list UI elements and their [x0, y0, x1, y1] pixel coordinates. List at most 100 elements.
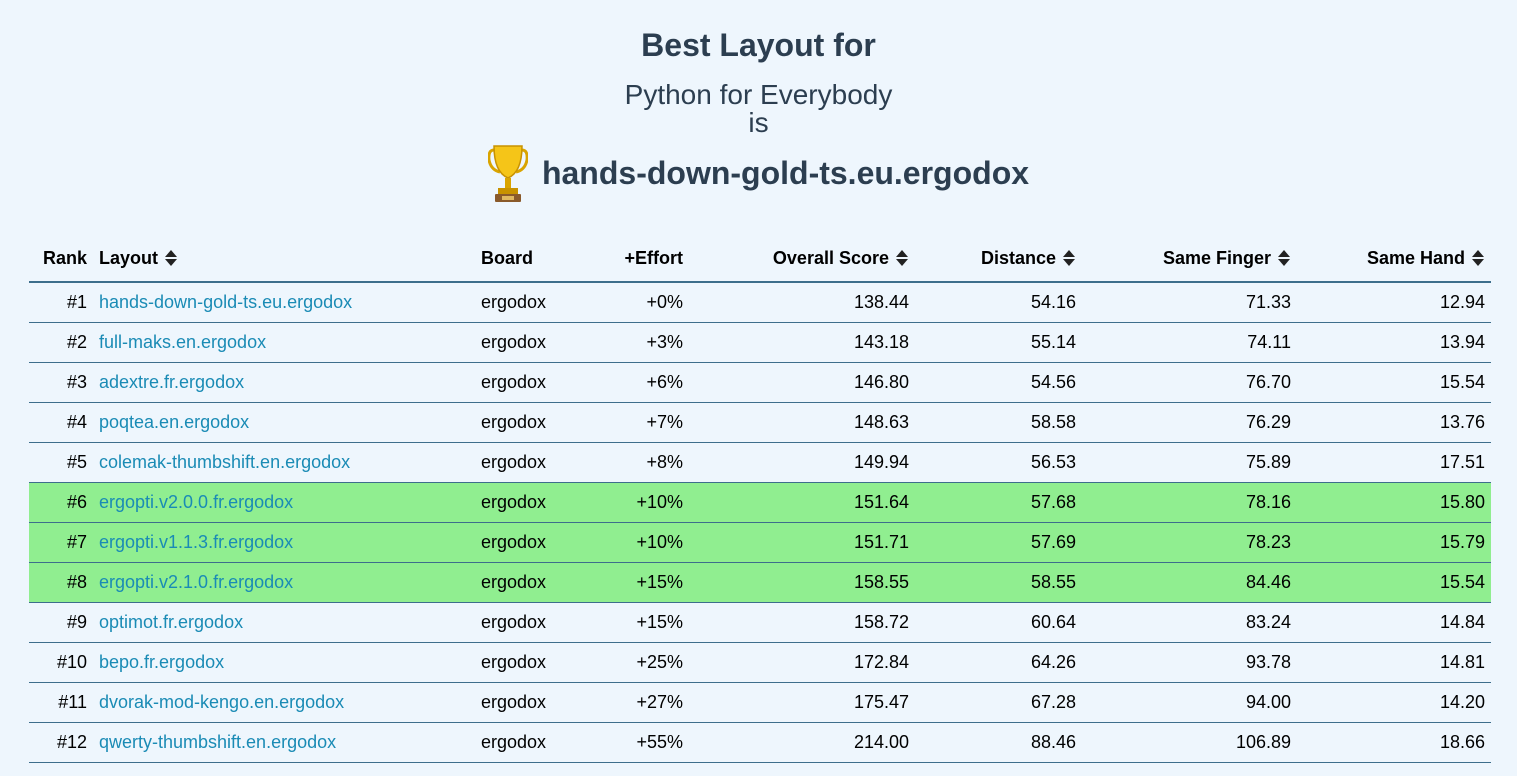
effort-cell: +27% [577, 682, 689, 723]
same-finger-cell: 71.33 [1082, 282, 1297, 323]
table-row: #11 dvorak-mod-kengo.en.ergodox ergodox … [29, 682, 1491, 723]
rank-cell: #1 [29, 282, 93, 323]
same-finger-cell: 93.78 [1082, 642, 1297, 683]
layout-link[interactable]: hands-down-gold-ts.eu.ergodox [99, 292, 352, 312]
layout-link[interactable]: poqtea.en.ergodox [99, 412, 249, 432]
same-hand-cell: 17.51 [1297, 442, 1491, 483]
column-header-distance[interactable]: Distance [915, 236, 1082, 283]
layout-link[interactable]: ergopti.v1.1.3.fr.ergodox [99, 532, 293, 552]
layout-cell: colemak-thumbshift.en.ergodox [93, 442, 475, 483]
overall-score-cell: 143.18 [689, 322, 915, 363]
same-hand-cell: 15.54 [1297, 562, 1491, 603]
table-row: #9 optimot.fr.ergodox ergodox +15% 158.7… [29, 602, 1491, 643]
same-finger-cell: 84.46 [1082, 562, 1297, 603]
rank-cell: #5 [29, 442, 93, 483]
sort-icon[interactable] [1062, 248, 1076, 268]
table-row: #7 ergopti.v1.1.3.fr.ergodox ergodox +10… [29, 522, 1491, 563]
overall-score-cell: 138.44 [689, 282, 915, 323]
same-finger-cell: 78.16 [1082, 482, 1297, 523]
winner-layout-name: hands-down-gold-ts.eu.ergodox [541, 154, 1030, 191]
board-cell: ergodox [475, 722, 577, 763]
column-header-rank: Rank [29, 236, 93, 283]
sort-icon[interactable] [164, 248, 178, 268]
rank-cell: #4 [29, 402, 93, 443]
same-hand-cell: 14.84 [1297, 602, 1491, 643]
same-hand-cell: 14.81 [1297, 642, 1491, 683]
layout-cell: dvorak-mod-kengo.en.ergodox [93, 682, 475, 723]
column-header-same-finger[interactable]: Same Finger [1082, 236, 1297, 283]
sort-icon[interactable] [895, 248, 909, 268]
layout-link[interactable]: ergopti.v2.0.0.fr.ergodox [99, 492, 293, 512]
table-row: #5 colemak-thumbshift.en.ergodox ergodox… [29, 442, 1491, 483]
corpus-name: Python for Everybody [624, 79, 893, 110]
effort-cell: +8% [577, 442, 689, 483]
sort-icon[interactable] [1277, 248, 1291, 268]
effort-cell: +10% [577, 522, 689, 563]
table-row: #1 hands-down-gold-ts.eu.ergodox ergodox… [29, 282, 1491, 323]
column-header-board: Board [475, 236, 577, 283]
table-row: #3 adextre.fr.ergodox ergodox +6% 146.80… [29, 362, 1491, 403]
board-cell: ergodox [475, 562, 577, 603]
layout-link[interactable]: ergopti.v2.1.0.fr.ergodox [99, 572, 293, 592]
distance-cell: 57.68 [915, 482, 1082, 523]
effort-cell: +3% [577, 322, 689, 363]
board-cell: ergodox [475, 642, 577, 683]
distance-cell: 54.56 [915, 362, 1082, 403]
layout-cell: hands-down-gold-ts.eu.ergodox [93, 282, 475, 323]
rank-cell: #12 [29, 722, 93, 763]
overall-score-cell: 149.94 [689, 442, 915, 483]
results-table: Rank Layout Board +Effort Overall Score … [29, 236, 1491, 763]
rank-cell: #10 [29, 642, 93, 683]
board-cell: ergodox [475, 282, 577, 323]
distance-cell: 54.16 [915, 282, 1082, 323]
layout-cell: full-maks.en.ergodox [93, 322, 475, 363]
same-finger-cell: 75.89 [1082, 442, 1297, 483]
distance-cell: 60.64 [915, 602, 1082, 643]
column-header-same-hand[interactable]: Same Hand [1297, 236, 1491, 283]
same-finger-cell: 106.89 [1082, 722, 1297, 763]
same-finger-cell: 76.29 [1082, 402, 1297, 443]
same-hand-cell: 13.94 [1297, 322, 1491, 363]
same-finger-cell: 78.23 [1082, 522, 1297, 563]
layout-cell: ergopti.v2.0.0.fr.ergodox [93, 482, 475, 523]
same-hand-cell: 12.94 [1297, 282, 1491, 323]
layout-link[interactable]: optimot.fr.ergodox [99, 612, 243, 632]
board-cell: ergodox [475, 682, 577, 723]
effort-cell: +10% [577, 482, 689, 523]
distance-cell: 88.46 [915, 722, 1082, 763]
effort-cell: +55% [577, 722, 689, 763]
layout-link[interactable]: colemak-thumbshift.en.ergodox [99, 452, 350, 472]
effort-cell: +15% [577, 602, 689, 643]
overall-score-cell: 151.64 [689, 482, 915, 523]
layout-cell: qwerty-thumbshift.en.ergodox [93, 722, 475, 763]
column-header-layout[interactable]: Layout [93, 236, 475, 283]
same-finger-cell: 74.11 [1082, 322, 1297, 363]
layout-link[interactable]: bepo.fr.ergodox [99, 652, 224, 672]
same-hand-cell: 14.20 [1297, 682, 1491, 723]
table-row: #4 poqtea.en.ergodox ergodox +7% 148.63 … [29, 402, 1491, 443]
same-finger-cell: 83.24 [1082, 602, 1297, 643]
column-header-effort: +Effort [577, 236, 689, 283]
board-cell: ergodox [475, 442, 577, 483]
layout-cell: optimot.fr.ergodox [93, 602, 475, 643]
layout-link[interactable]: qwerty-thumbshift.en.ergodox [99, 732, 336, 752]
same-finger-cell: 94.00 [1082, 682, 1297, 723]
same-hand-cell: 15.54 [1297, 362, 1491, 403]
table-row: #6 ergopti.v2.0.0.fr.ergodox ergodox +10… [29, 482, 1491, 523]
winner-heading: hands-down-gold-ts.eu.ergodox [0, 142, 1517, 204]
same-hand-cell: 13.76 [1297, 402, 1491, 443]
rank-cell: #6 [29, 482, 93, 523]
layout-link[interactable]: adextre.fr.ergodox [99, 372, 244, 392]
same-hand-cell: 18.66 [1297, 722, 1491, 763]
column-header-overall-score[interactable]: Overall Score [689, 236, 915, 283]
layout-link[interactable]: full-maks.en.ergodox [99, 332, 266, 352]
effort-cell: +25% [577, 642, 689, 683]
effort-cell: +6% [577, 362, 689, 403]
effort-cell: +0% [577, 282, 689, 323]
distance-cell: 58.55 [915, 562, 1082, 603]
layout-link[interactable]: dvorak-mod-kengo.en.ergodox [99, 692, 344, 712]
table-row: #2 full-maks.en.ergodox ergodox +3% 143.… [29, 322, 1491, 363]
trophy-icon [487, 142, 529, 204]
table-row: #10 bepo.fr.ergodox ergodox +25% 172.84 … [29, 642, 1491, 683]
sort-icon[interactable] [1471, 248, 1485, 268]
